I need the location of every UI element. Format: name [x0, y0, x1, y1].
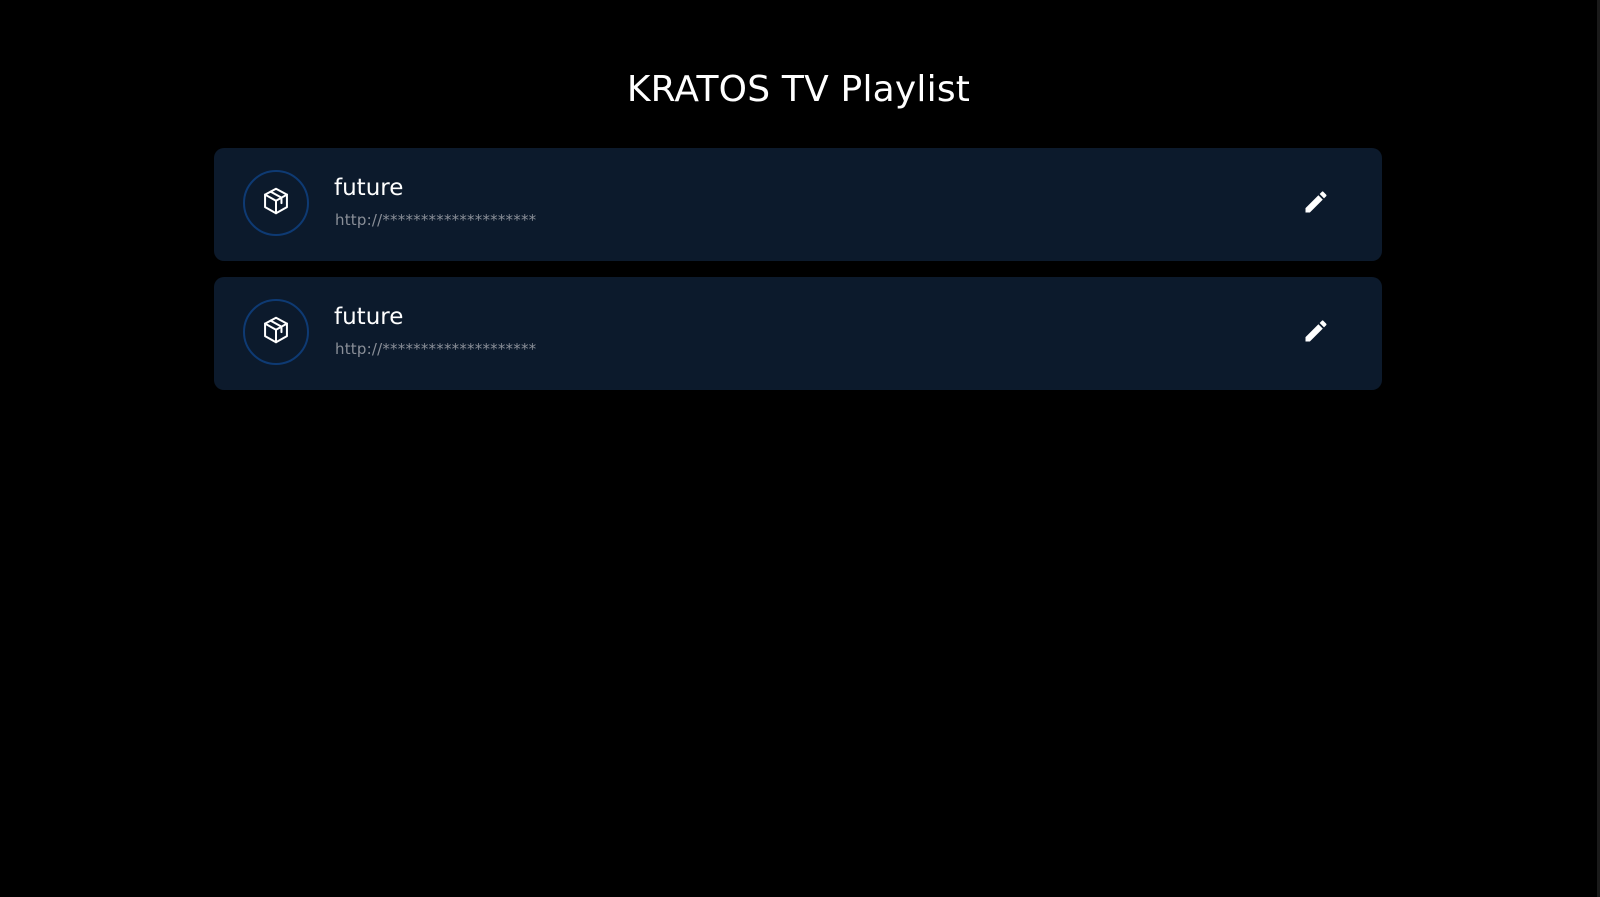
edit-pencil-icon [1302, 317, 1330, 349]
edit-pencil-icon [1302, 188, 1330, 220]
playlist-url: http://******************** [335, 211, 537, 229]
page-title: KRATOS TV Playlist [626, 69, 971, 110]
edit-button[interactable] [1300, 188, 1332, 220]
playlist-name: future [334, 175, 404, 201]
edit-button[interactable] [1300, 317, 1332, 349]
playlist-avatar [243, 170, 309, 236]
playlist-list: future http://******************** futur… [214, 148, 1382, 406]
playlist-page: KRATOS TV Playlist future http://*******… [0, 0, 1600, 897]
package-box-icon [260, 185, 292, 221]
playlist-avatar [243, 299, 309, 365]
playlist-name: future [334, 304, 404, 330]
playlist-item[interactable]: future http://******************** [214, 277, 1382, 390]
package-box-icon [260, 314, 292, 350]
playlist-url: http://******************** [335, 340, 537, 358]
playlist-item[interactable]: future http://******************** [214, 148, 1382, 261]
